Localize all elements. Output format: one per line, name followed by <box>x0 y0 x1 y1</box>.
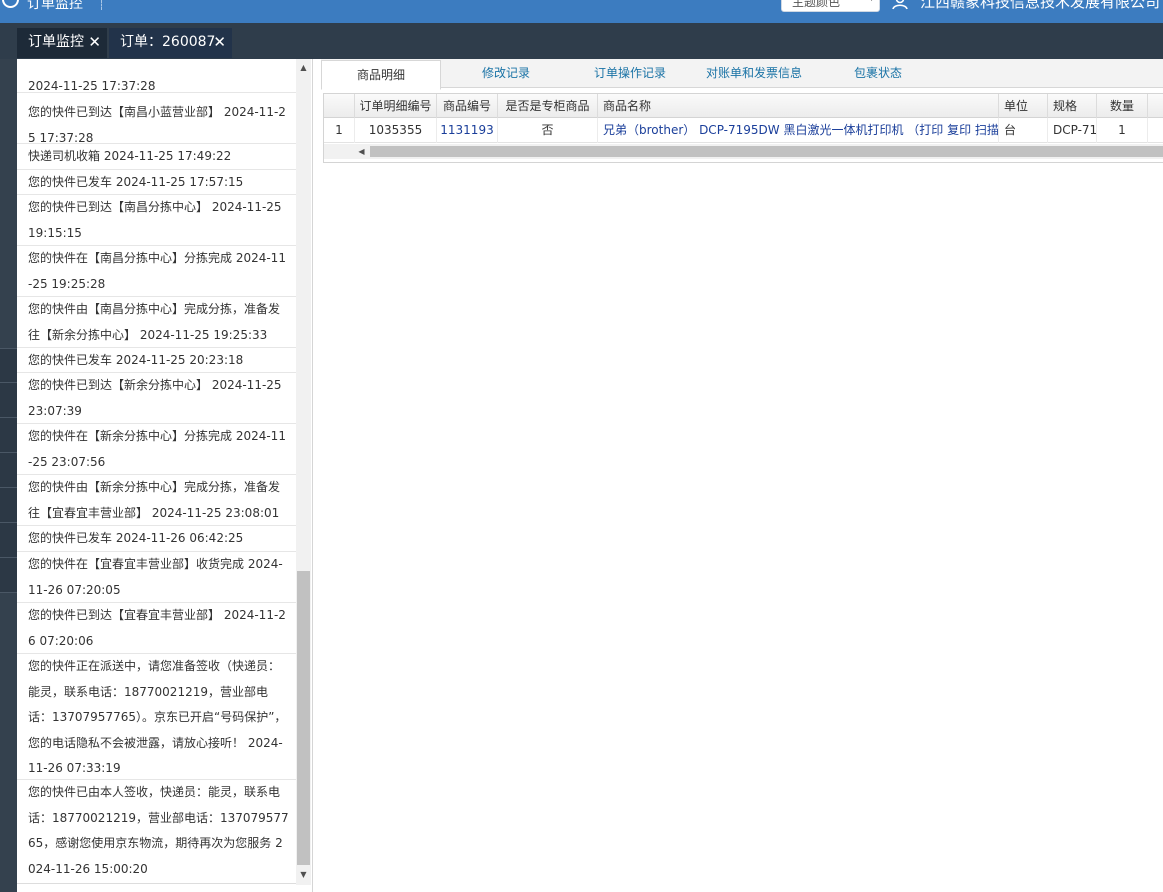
tab-order-detail[interactable]: 订单：260087 ✕ <box>109 28 232 58</box>
column-header[interactable]: 数量 <box>1097 94 1148 118</box>
track-text: 2024-11-25 17:37:28 <box>28 79 156 93</box>
unit-cell: 台 <box>999 118 1048 143</box>
track-item: 您的快件已发车 2024-11-26 06:42:25 <box>17 526 296 552</box>
sidebar-divider <box>0 557 17 558</box>
column-header[interactable]: 规格 <box>1048 94 1097 118</box>
sidebar-collapsed <box>0 59 17 892</box>
track-text: 您的快件已到达【南昌分拣中心】 2024-11-25 19:15:15 <box>28 200 282 240</box>
track-item: 您的快件在【新余分拣中心】分拣完成 2024-11-25 23:07:56 <box>17 424 296 475</box>
sidebar-divider <box>0 522 17 523</box>
track-text: 您的快件已发车 2024-11-25 17:57:15 <box>28 175 244 189</box>
track-text: 您的快件已到达【宜春宜丰营业部】 2024-11-26 07:20:06 <box>28 608 286 648</box>
tab-order-monitor[interactable]: 订单监控 ✕ <box>17 28 107 58</box>
panel-divider <box>17 883 296 884</box>
product-name-link[interactable]: 兄弟（brother） DCP-7195DW 黑白激光一体机打印机 （打印 复印… <box>598 118 999 143</box>
track-item: 您的快件已到达【南昌分拣中心】 2024-11-25 19:15:15 <box>17 195 296 246</box>
track-text: 您的快件已到达【新余分拣中心】 2024-11-25 23:07:39 <box>28 378 282 418</box>
table-row[interactable]: 1 1035355 1131193 否 兄弟（brother） DCP-7195… <box>324 118 1163 143</box>
scroll-down-icon[interactable]: ▼ <box>296 867 311 882</box>
tab-label: 订单：260087 <box>120 34 216 50</box>
spec-cell: DCP-7195DW <box>1048 118 1097 143</box>
tab-statement-invoice[interactable]: 对账单和发票信息 <box>706 59 802 88</box>
track-text: 您的快件正在派送中，请您准备签收（快递员：能灵，联系电话：18770021219… <box>28 659 287 775</box>
sidebar-divider <box>0 348 17 349</box>
scroll-thumb[interactable] <box>370 146 1163 157</box>
row-index: 1 <box>324 118 355 143</box>
detail-id-cell: 1035355 <box>355 118 437 143</box>
theme-select[interactable]: 主题颜色 ▼ <box>781 0 880 12</box>
track-text: 您的快件已由本人签收，快递员：能灵，联系电话：18770021219，营业部电话… <box>28 785 289 876</box>
qty-cell: 1 <box>1097 118 1148 143</box>
product-grid: 订单明细编号 商品编号 是否是专柜商品 商品名称 单位 规格 数量 1 1035… <box>323 93 1163 163</box>
tab-change-log[interactable]: 修改记录 <box>482 59 530 88</box>
title-divider <box>101 0 102 10</box>
track-item: 您的快件由【新余分拣中心】完成分拣，准备发往【宜春宜丰营业部】 2024-11-… <box>17 475 296 526</box>
column-header[interactable]: 订单明细编号 <box>355 94 437 118</box>
product-id-link[interactable]: 1131193 <box>437 118 498 143</box>
track-text: 您的快件在【南昌分拣中心】分拣完成 2024-11-25 19:25:28 <box>28 251 286 291</box>
track-text: 您的快件已发车 2024-11-26 06:42:25 <box>28 531 244 545</box>
tab-operation-log[interactable]: 订单操作记录 <box>594 59 666 88</box>
track-item: 您的快件在【宜春宜丰营业部】收货完成 2024-11-26 07:20:05 <box>17 552 296 603</box>
theme-select-value: 主题颜色 <box>792 0 841 9</box>
track-item: 您的快件已发车 2024-11-25 20:23:18 <box>17 348 296 373</box>
column-header[interactable]: 是否是专柜商品 <box>498 94 598 118</box>
grid-header: 订单明细编号 商品编号 是否是专柜商品 商品名称 单位 规格 数量 <box>324 94 1163 118</box>
chevron-down-icon: ▼ <box>868 0 875 3</box>
tracking-scrollbar[interactable]: ▲ ▼ <box>296 59 311 885</box>
track-item: 您的快件正在派送中，请您准备签收（快递员：能灵，联系电话：18770021219… <box>17 654 296 780</box>
tab-label: 订单监控 <box>28 34 84 50</box>
column-header-filler <box>1148 94 1163 118</box>
detail-tabs: 商品明细 修改记录 订单操作记录 对账单和发票信息 包裹状态 <box>321 59 1163 90</box>
tracking-panel[interactable]: 2024-11-25 17:37:28 您的快件已到达【南昌小蓝营业部】 202… <box>17 59 296 884</box>
column-header[interactable]: 商品名称 <box>598 94 999 118</box>
track-item: 您的快件已发车 2024-11-25 17:57:15 <box>17 170 296 195</box>
track-text: 快递司机收箱 2024-11-25 17:49:22 <box>28 149 232 163</box>
sidebar-divider <box>0 452 17 453</box>
scroll-up-icon[interactable]: ▲ <box>296 60 311 75</box>
scroll-left-icon[interactable]: ◀ <box>354 144 369 159</box>
column-header[interactable]: 单位 <box>999 94 1048 118</box>
track-text: 您的快件由【新余分拣中心】完成分拣，准备发往【宜春宜丰营业部】 2024-11-… <box>28 480 281 520</box>
logo-icon <box>2 0 19 8</box>
track-item: 您的快件已由本人签收，快递员：能灵，联系电话：18770021219，营业部电话… <box>17 780 296 884</box>
close-icon[interactable]: ✕ <box>213 28 226 56</box>
scroll-thumb[interactable] <box>297 571 310 865</box>
track-text: 您的快件由【南昌分拣中心】完成分拣，准备发往【新余分拣中心】 2024-11-2… <box>28 302 281 342</box>
sidebar-divider <box>0 592 17 593</box>
track-text: 您的快件在【新余分拣中心】分拣完成 2024-11-25 23:07:56 <box>28 429 286 469</box>
track-item: 您的快件由【南昌分拣中心】完成分拣，准备发往【新余分拣中心】 2024-11-2… <box>17 297 296 348</box>
track-text: 您的快件已发车 2024-11-25 20:23:18 <box>28 353 244 367</box>
track-item: 您的快件已到达【宜春宜丰营业部】 2024-11-26 07:20:06 <box>17 603 296 654</box>
track-item: 您的快件已到达【南昌小蓝营业部】 2024-11-25 17:37:28 <box>17 93 296 145</box>
sidebar-divider <box>0 417 17 418</box>
track-item: 您的快件在【南昌分拣中心】分拣完成 2024-11-25 19:25:28 <box>17 246 296 297</box>
close-icon[interactable]: ✕ <box>88 28 101 56</box>
sidebar-divider <box>0 487 17 488</box>
user-icon[interactable] <box>891 0 909 10</box>
tab-product-details[interactable]: 商品明细 <box>321 60 441 90</box>
company-name: 江西赣象科技信息技术发展有限公司 <box>920 0 1161 11</box>
tab-package-status[interactable]: 包裹状态 <box>854 59 902 88</box>
order-detail-content <box>313 59 1163 892</box>
sidebar-divider <box>0 382 17 383</box>
track-item: 2024-11-25 17:37:28 <box>17 59 296 93</box>
track-item: 您的快件已到达【新余分拣中心】 2024-11-25 23:07:39 <box>17 373 296 424</box>
column-header[interactable]: 商品编号 <box>437 94 498 118</box>
top-header: 订单监控 主题颜色 ▼ 江西赣象科技信息技术发展有限公司 <box>0 0 1163 23</box>
counter-flag-cell: 否 <box>498 118 598 143</box>
column-header-index <box>324 94 355 118</box>
tab-bar: 订单监控 ✕ 订单：260087 ✕ <box>0 23 1163 59</box>
track-item: 快递司机收箱 2024-11-25 17:49:22 <box>17 144 296 170</box>
app-title: 订单监控 <box>27 0 83 12</box>
track-text: 您的快件在【宜春宜丰营业部】收货完成 2024-11-26 07:20:05 <box>28 557 283 597</box>
grid-horizontal-scrollbar[interactable]: ◀ <box>324 144 1163 159</box>
